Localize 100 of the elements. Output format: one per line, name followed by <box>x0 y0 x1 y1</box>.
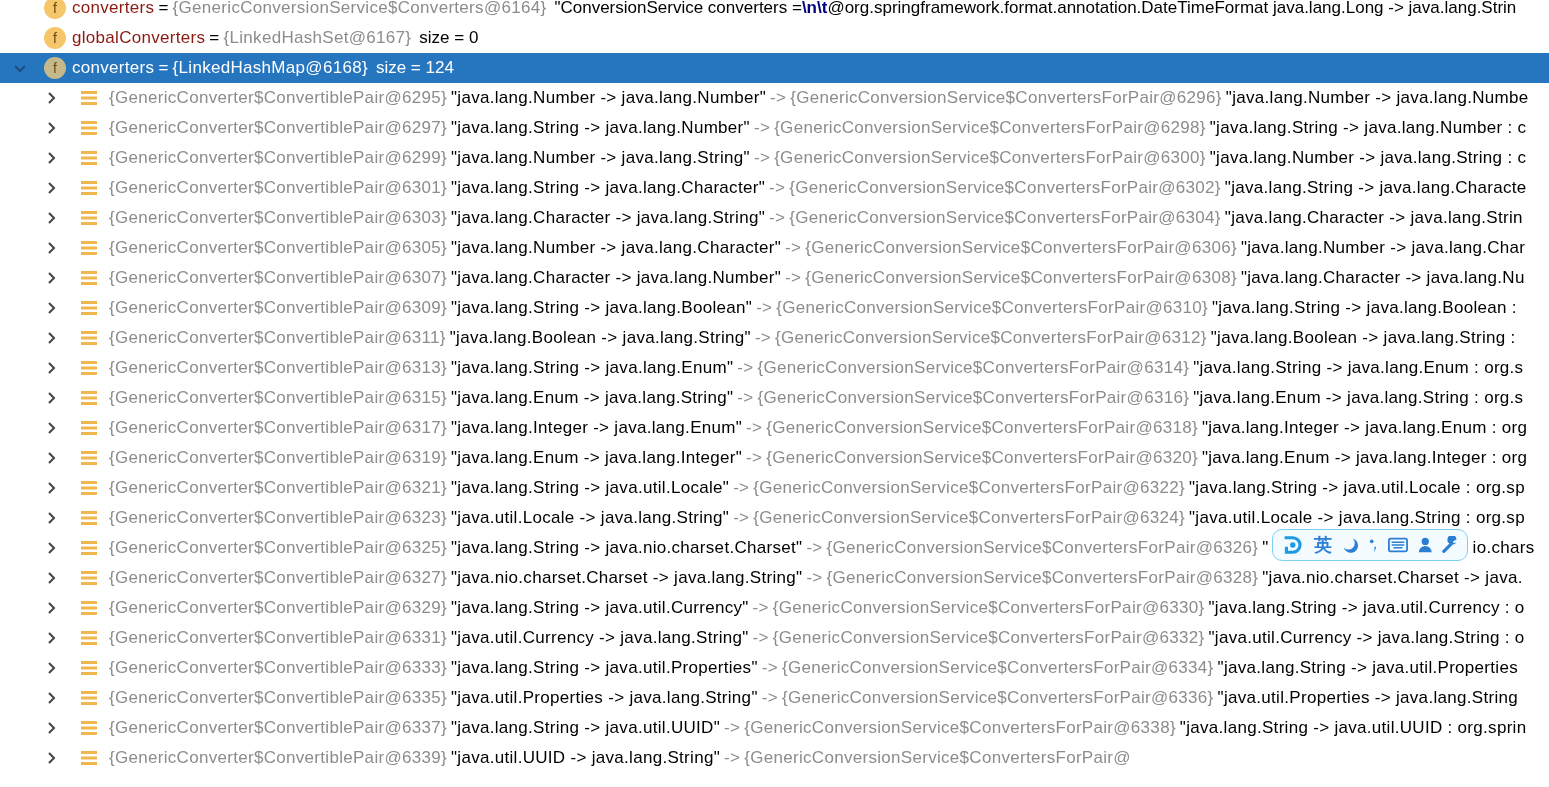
entry-value-reference: {GenericConversionService$ConvertersForPair@6336} <box>781 688 1214 708</box>
object-reference: {LinkedHashMap@6168} <box>172 58 368 78</box>
entry-key: {GenericConverter$ConvertiblePair@6331} <box>109 628 447 648</box>
entry-icon <box>81 660 97 676</box>
entry-value-string: "java.util.Currency -> java.lang.String : o <box>1208 628 1525 648</box>
entry-value-reference: {GenericConversionService$ConvertersForPair@6322} <box>753 478 1185 498</box>
entry-icon <box>81 330 97 346</box>
entry-key-string: "java.lang.Boolean -> java.lang.String" <box>449 328 751 348</box>
arrow-sign: -> <box>733 508 750 528</box>
entry-value-reference: {GenericConversionService$ConvertersForPair@ <box>744 748 1131 768</box>
arrow-sign: -> <box>769 178 786 198</box>
entry-key-string: "java.lang.Enum -> java.lang.String" <box>451 388 734 408</box>
arrow-sign: -> <box>746 418 763 438</box>
equals-sign: = <box>209 28 220 48</box>
field-badge: f <box>44 57 66 79</box>
entry-key-string: "java.lang.Number -> java.lang.Character" <box>451 238 782 258</box>
entry-icon <box>81 690 97 706</box>
arrow-sign: -> <box>785 268 802 288</box>
entry-key: {GenericConverter$ConvertiblePair@6321} <box>109 478 447 498</box>
arrow-sign: -> <box>733 478 750 498</box>
entry-key: {GenericConverter$ConvertiblePair@6297} <box>109 118 447 138</box>
entry-icon <box>81 120 97 136</box>
entry-value-string: "java.lang.Number -> java.lang.String : c <box>1209 148 1527 168</box>
input-method-toolbar[interactable]: 英 <box>1271 529 1468 561</box>
entry-icon <box>81 390 97 406</box>
entry-icon <box>81 420 97 436</box>
entry-key-string: "java.lang.Character -> java.lang.String" <box>451 208 765 228</box>
entry-key: {GenericConverter$ConvertiblePair@6299} <box>109 148 447 168</box>
entry-key-string: "java.util.Locale -> java.lang.String" <box>451 508 730 528</box>
entry-icon <box>81 180 97 196</box>
entry-icon <box>81 540 97 556</box>
entry-value-string: "java.lang.Number -> java.lang.Char <box>1240 238 1526 258</box>
field-name: converters <box>72 58 155 78</box>
entry-key-string: "java.lang.String -> java.lang.Character" <box>451 178 765 198</box>
entry-value-string: "java.lang.Character -> java.lang.Strin <box>1224 208 1523 228</box>
entry-value-string: "java.lang.String -> java.lang.Enum : org.s <box>1193 358 1524 378</box>
entry-icon <box>81 600 97 616</box>
entry-icon <box>81 450 97 466</box>
entry-value-reference: {GenericConversionService$ConvertersForPair@6332} <box>772 628 1205 648</box>
entry-key-string: "java.lang.Integer -> java.lang.Enum" <box>451 418 743 438</box>
entry-key: {GenericConverter$ConvertiblePair@6319} <box>109 448 447 468</box>
entry-key-string: "java.util.Currency -> java.lang.String" <box>451 628 749 648</box>
entry-value-string: "java.lang.String -> java.lang.Number : c <box>1209 118 1527 138</box>
entry-value-string: "java.lang.Character -> java.lang.Nu <box>1240 268 1525 288</box>
entry-key-string: "java.util.UUID -> java.lang.String" <box>451 748 720 768</box>
entry-value-string: "java.lang.String -> java.util.UUID : org.sprin <box>1179 718 1527 738</box>
entry-icon <box>81 90 97 106</box>
entry-value-reference: {GenericConversionService$ConvertersForPair@6314} <box>757 358 1190 378</box>
entry-value-reference: {GenericConversionService$ConvertersForPair@6312} <box>775 328 1207 348</box>
arrow-sign: -> <box>754 328 772 348</box>
field-name: globalConverters <box>72 28 206 48</box>
entry-value-string: "java.nio.charset.Charset -> java. <box>1262 568 1523 588</box>
entry-key-string: "java.util.Properties -> java.lang.String" <box>451 688 758 708</box>
entry-key-string: "java.lang.String -> java.nio.charset.Charset" <box>451 538 803 558</box>
keyboard-icon[interactable] <box>1387 537 1408 553</box>
entry-key-string: "java.lang.String -> java.lang.Boolean" <box>451 298 753 318</box>
entry-key: {GenericConverter$ConvertiblePair@6333} <box>109 658 447 678</box>
arrow-sign: -> <box>756 298 773 318</box>
entry-value-string: "java.lang.String -> java.util.Currency : o <box>1208 598 1525 618</box>
entry-value-string: "java.lang.Boolean -> java.lang.String : <box>1210 328 1516 348</box>
entry-value-string: "java.lang.String -> java.util.Properties <box>1217 658 1518 678</box>
entry-value-reference: {GenericConversionService$ConvertersForPair@6318} <box>766 418 1198 438</box>
selected-tree-row[interactable]: f converters = {LinkedHashMap@6168} size = 124 <box>0 53 1549 83</box>
entry-key-string: "java.lang.String -> java.util.Properties" <box>451 658 758 678</box>
entry-value-reference: {GenericConversionService$ConvertersForPair@6330} <box>772 598 1205 618</box>
entry-key-string: "java.lang.String -> java.util.Locale" <box>451 478 730 498</box>
arrow-sign: -> <box>737 358 754 378</box>
object-reference: {GenericConversionService$Converters@6164} <box>172 0 547 18</box>
entry-value-string: "java.lang.Enum -> java.lang.String : org.s <box>1193 388 1524 408</box>
entry-key-string: "java.lang.Number -> java.lang.Number" <box>451 88 766 108</box>
entry-icon <box>81 750 97 766</box>
arrow-sign: -> <box>785 238 802 258</box>
user-icon[interactable] <box>1417 536 1433 554</box>
entry-key: {GenericConverter$ConvertiblePair@6305} <box>109 238 447 258</box>
entry-key: {GenericConverter$ConvertiblePair@6329} <box>109 598 447 618</box>
field-badge: f <box>44 27 66 49</box>
arrow-sign: -> <box>761 658 778 678</box>
entry-key: {GenericConverter$ConvertiblePair@6311} <box>109 328 446 348</box>
entry-value-reference: {GenericConversionService$ConvertersForPair@6338} <box>744 718 1176 738</box>
arrow-sign: -> <box>724 748 741 768</box>
entry-icon <box>81 210 97 226</box>
entry-icon <box>81 360 97 376</box>
arrow-sign: -> <box>724 718 741 738</box>
arrow-sign: -> <box>752 628 769 648</box>
equals-sign: = <box>158 58 169 78</box>
settings-icon[interactable] <box>1442 536 1459 554</box>
entry-icon <box>81 240 97 256</box>
entry-value-reference: {GenericConversionService$ConvertersForPair@6302} <box>789 178 1221 198</box>
arrow-sign: -> <box>761 688 778 708</box>
entry-icon <box>81 720 97 736</box>
entry-key-string: "java.lang.String -> java.util.Currency" <box>451 598 749 618</box>
arrow-sign: -> <box>746 448 763 468</box>
entry-icon <box>81 300 97 316</box>
entry-key: {GenericConverter$ConvertiblePair@6295} <box>109 88 447 108</box>
arrow-sign: -> <box>769 208 786 228</box>
input-mode-label[interactable]: 英 <box>1314 533 1333 557</box>
entry-key: {GenericConverter$ConvertiblePair@6323} <box>109 508 447 528</box>
entry-value-string: " <box>1262 538 1269 558</box>
entry-value-reference: {GenericConversionService$ConvertersForPair@6296} <box>790 88 1222 108</box>
moon-icon[interactable] <box>1342 536 1359 554</box>
